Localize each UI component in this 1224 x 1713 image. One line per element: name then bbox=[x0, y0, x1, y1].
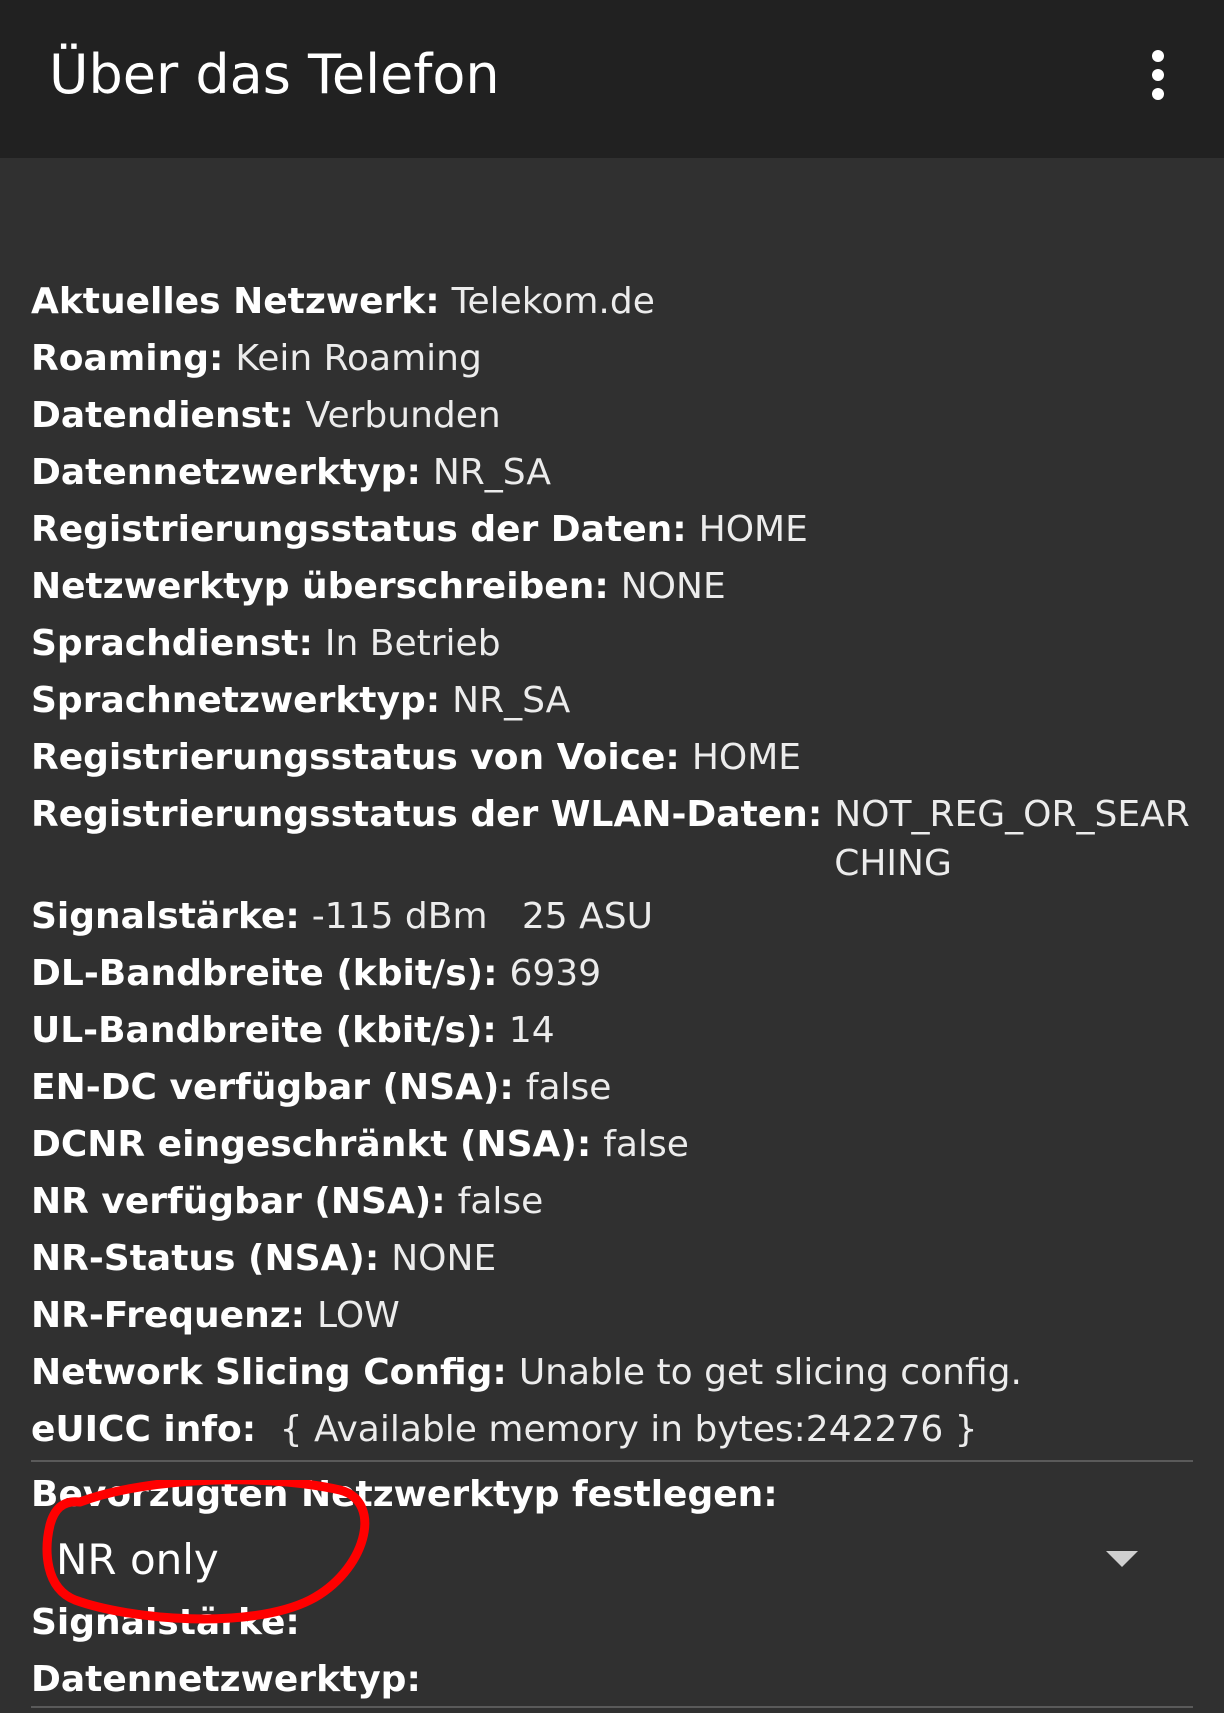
info-value: In Betrieb bbox=[324, 623, 501, 664]
info-value: 6939 bbox=[509, 953, 602, 994]
info-label: Registrierungsstatus der Daten: bbox=[31, 509, 687, 550]
info-row-signal-strength: Signalstärke: -115 dBm 25 ASU bbox=[31, 888, 1201, 945]
app-bar: Über das Telefon bbox=[0, 0, 1224, 158]
info-value: NR_SA bbox=[452, 680, 571, 721]
info-value: LOW bbox=[317, 1295, 400, 1336]
info-label: DL-Bandbreite (kbit/s): bbox=[31, 953, 498, 994]
info-value: NONE bbox=[620, 566, 726, 607]
info-label: UL-Bandbreite (kbit/s): bbox=[31, 1010, 497, 1051]
info-row-roaming: Roaming: Kein Roaming bbox=[31, 330, 1201, 387]
info-label: Sprachnetzwerktyp: bbox=[31, 680, 441, 721]
dropdown-arrow-icon bbox=[1106, 1551, 1138, 1567]
info-value: HOME bbox=[698, 509, 808, 550]
info-value: false bbox=[603, 1124, 689, 1165]
phone-info-list: Aktuelles Netzwerk: Telekom.de Roaming: … bbox=[31, 273, 1201, 1458]
info-value: false bbox=[457, 1181, 544, 1222]
info-label: Registrierungsstatus von Voice: bbox=[31, 737, 680, 778]
info-row-voice-service: Sprachdienst: In Betrieb bbox=[31, 615, 1201, 672]
info-label: Signalstärke: bbox=[31, 896, 300, 937]
divider bbox=[31, 1460, 1193, 1462]
info-row-network-slicing: Network Slicing Config: Unable to get sl… bbox=[31, 1344, 1201, 1401]
info-value: { Available memory in bytes:242276 } bbox=[268, 1409, 978, 1450]
info-row-voice-network-type: Sprachnetzwerktyp: NR_SA bbox=[31, 672, 1201, 729]
page-title: Über das Telefon bbox=[49, 43, 500, 106]
info-row-data-registration: Registrierungsstatus der Daten: HOME bbox=[31, 501, 1201, 558]
info-value: Verbunden bbox=[305, 395, 501, 436]
info-row-data-service: Datendienst: Verbunden bbox=[31, 387, 1201, 444]
info-label: Netzwerktyp überschreiben: bbox=[31, 566, 609, 607]
info-row-nr-available: NR verfügbar (NSA): false bbox=[31, 1173, 1201, 1230]
info-label: NR verfügbar (NSA): bbox=[31, 1181, 446, 1222]
info-label: Aktuelles Netzwerk: bbox=[31, 281, 440, 322]
info-label: Sprachdienst: bbox=[31, 623, 313, 664]
info-label: Datendienst: bbox=[31, 395, 294, 436]
info-value: HOME bbox=[691, 737, 802, 778]
info-value: NONE bbox=[391, 1238, 497, 1279]
info-label: EN-DC verfügbar (NSA): bbox=[31, 1067, 514, 1108]
info-row-wlan-registration: Registrierungsstatus der WLAN-Daten: NOT… bbox=[31, 786, 1201, 888]
info-row-network-override: Netzwerktyp überschreiben: NONE bbox=[31, 558, 1201, 615]
info-row-euicc-info: eUICC info: { Available memory in bytes:… bbox=[31, 1401, 1201, 1458]
signal-strength-label: Signalstärke: bbox=[31, 1602, 300, 1643]
menu-dot bbox=[1152, 69, 1164, 81]
info-label: Network Slicing Config: bbox=[31, 1352, 507, 1393]
preferred-network-dropdown[interactable]: NR only bbox=[31, 1525, 1193, 1595]
info-value: 14 bbox=[508, 1010, 555, 1051]
info-row-nr-frequency: NR-Frequenz: LOW bbox=[31, 1287, 1201, 1344]
info-label: Datennetzwerktyp: bbox=[31, 452, 421, 493]
info-label: DCNR eingeschränkt (NSA): bbox=[31, 1124, 592, 1165]
info-label: Registrierungsstatus der WLAN-Daten: bbox=[31, 794, 823, 835]
info-value: Kein Roaming bbox=[235, 338, 482, 379]
info-row-current-network: Aktuelles Netzwerk: Telekom.de bbox=[31, 273, 1201, 330]
info-label: Roaming: bbox=[31, 338, 224, 379]
info-row-data-network-type: Datennetzwerktyp: NR_SA bbox=[31, 444, 1201, 501]
info-label: NR-Frequenz: bbox=[31, 1295, 306, 1336]
menu-dot bbox=[1152, 88, 1164, 100]
info-value: -115 dBm 25 ASU bbox=[311, 896, 653, 937]
info-value: Unable to get slicing config. bbox=[518, 1352, 1022, 1393]
info-label: eUICC info: bbox=[31, 1409, 257, 1450]
info-row-endc-available: EN-DC verfügbar (NSA): false bbox=[31, 1059, 1201, 1116]
info-value: false bbox=[525, 1067, 612, 1108]
menu-dot bbox=[1152, 50, 1164, 62]
preferred-network-label: Bevorzugten Netzwerktyp festlegen: bbox=[31, 1474, 778, 1515]
info-label: NR-Status (NSA): bbox=[31, 1238, 380, 1279]
preferred-network-value: NR only bbox=[56, 1535, 219, 1584]
data-network-type-label: Datennetzwerktyp: bbox=[31, 1659, 421, 1700]
info-value: NOT_REG_OR_SEARCHING bbox=[834, 794, 1190, 884]
info-row-nr-status: NR-Status (NSA): NONE bbox=[31, 1230, 1201, 1287]
info-row-dl-bandwidth: DL-Bandbreite (kbit/s): 6939 bbox=[31, 945, 1201, 1002]
info-row-voice-registration: Registrierungsstatus von Voice: HOME bbox=[31, 729, 1201, 786]
info-value: NR_SA bbox=[432, 452, 551, 493]
info-row-ul-bandwidth: UL-Bandbreite (kbit/s): 14 bbox=[31, 1002, 1201, 1059]
info-row-dcnr-restricted: DCNR eingeschränkt (NSA): false bbox=[31, 1116, 1201, 1173]
info-value: Telekom.de bbox=[451, 281, 655, 322]
divider bbox=[31, 1706, 1193, 1708]
more-vert-icon[interactable] bbox=[1134, 44, 1182, 106]
